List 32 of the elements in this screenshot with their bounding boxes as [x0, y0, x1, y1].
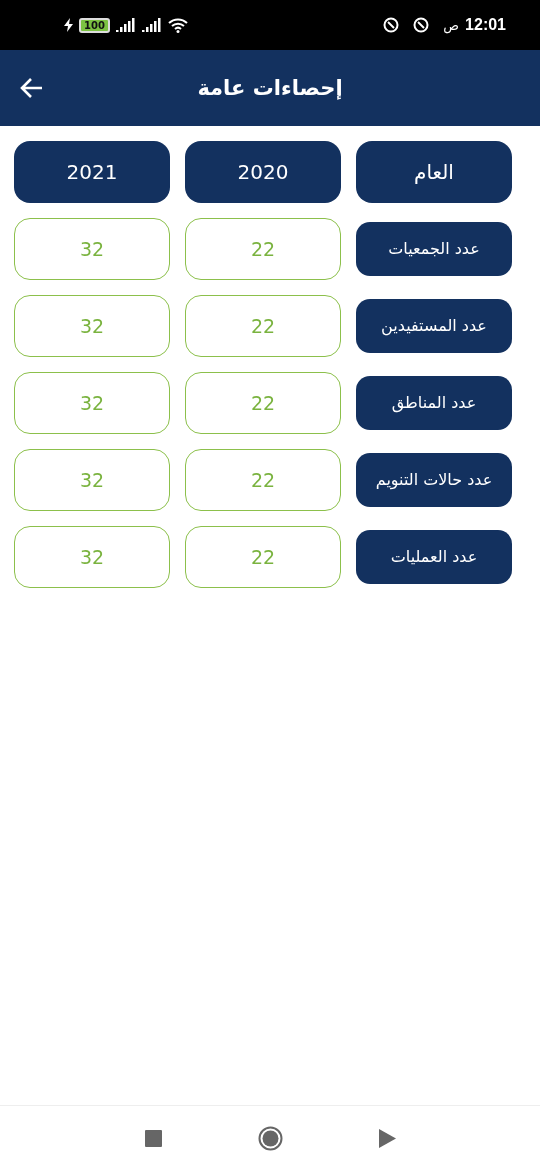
- value-cell: 32: [14, 449, 170, 511]
- row-label: عدد حالات التنويم: [356, 453, 512, 507]
- value-cell: 32: [14, 526, 170, 588]
- clock-time: 12:01: [465, 16, 506, 34]
- screen-title: إحصاءات عامة: [197, 76, 343, 100]
- value-cell: 22: [185, 449, 341, 511]
- value-cell: 32: [14, 218, 170, 280]
- charging-icon: [64, 18, 73, 32]
- notification-icon: [383, 17, 400, 33]
- value-cell: 22: [185, 295, 341, 357]
- column-header: 2020: [185, 141, 341, 203]
- value-cell: 22: [185, 526, 341, 588]
- column-header: 2021: [14, 141, 170, 203]
- recents-icon[interactable]: [144, 1129, 162, 1147]
- row-label: عدد الجمعيات: [356, 222, 512, 276]
- time-period: ص: [443, 17, 460, 33]
- value-cell: 32: [14, 295, 170, 357]
- value-cell: 22: [185, 372, 341, 434]
- value-cell: 22: [185, 218, 341, 280]
- row-label: عدد المناطق: [356, 376, 512, 430]
- battery-level: 100: [79, 17, 110, 33]
- back-icon[interactable]: [378, 1128, 396, 1148]
- signal-icon: [115, 18, 136, 32]
- wifi-icon: [167, 17, 188, 33]
- notification-icon: [413, 17, 430, 33]
- value-cell: 32: [14, 372, 170, 434]
- row-label: عدد العمليات: [356, 530, 512, 584]
- home-icon[interactable]: [257, 1125, 283, 1151]
- row-label: عدد المستفيدين: [356, 299, 512, 353]
- signal-icon: [141, 18, 162, 32]
- column-header: العام: [356, 141, 512, 203]
- back-arrow-icon[interactable]: [20, 77, 44, 99]
